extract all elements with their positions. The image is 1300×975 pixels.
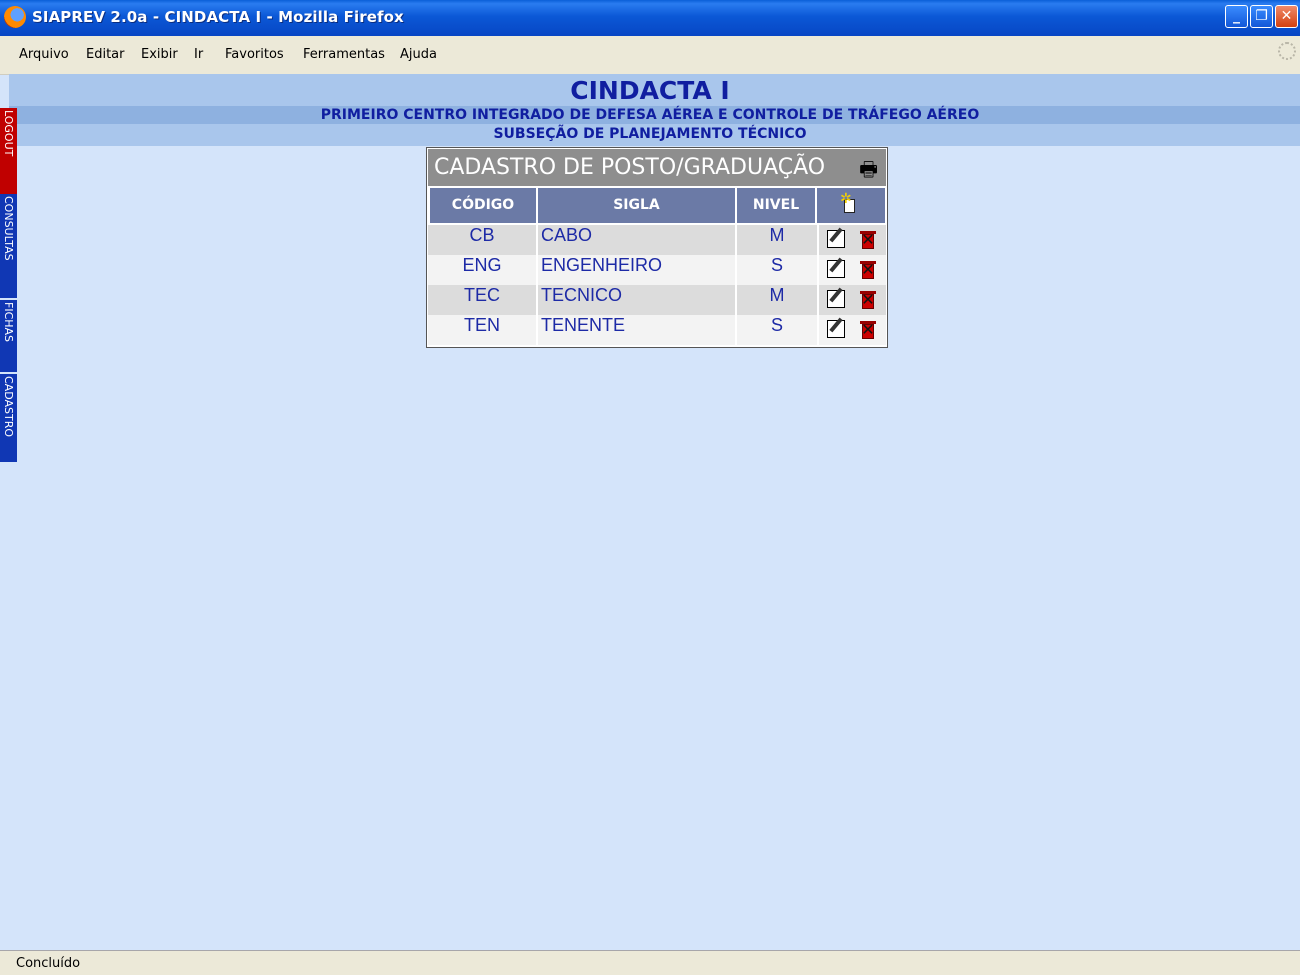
printer-icon[interactable]: 🖶	[859, 155, 878, 189]
delete-icon[interactable]: ✕	[859, 289, 877, 311]
status-text: Concluído	[16, 956, 81, 971]
edit-icon[interactable]	[827, 290, 845, 308]
menu-ajuda[interactable]: Ajuda	[400, 47, 437, 62]
posto-graduacao-panel: CADASTRO DE POSTO/GRADUAÇÃO 🖶 CÓDIGO SIG…	[426, 147, 888, 348]
column-header-codigo: CÓDIGO	[430, 188, 536, 223]
cell-nivel: M	[769, 225, 785, 245]
tab-logout-label: LOGOUT	[2, 110, 15, 157]
menu-favoritos[interactable]: Favoritos	[225, 47, 284, 62]
menu-bar: Arquivo Editar Exibir Ir Favoritos Ferra…	[0, 36, 1300, 75]
tab-cadastro[interactable]: CADASTRO	[0, 374, 17, 462]
cell-codigo: TEN	[464, 315, 500, 335]
delete-icon[interactable]: ✕	[859, 229, 877, 251]
menu-ir[interactable]: Ir	[194, 47, 203, 62]
delete-icon[interactable]: ✕	[859, 259, 877, 281]
cell-sigla: TECNICO	[541, 285, 622, 305]
cell-nivel: S	[770, 255, 783, 275]
menu-arquivo[interactable]: Arquivo	[19, 47, 69, 62]
menu-ferramentas[interactable]: Ferramentas	[303, 47, 385, 62]
cell-codigo: CB	[469, 225, 495, 245]
delete-icon[interactable]: ✕	[859, 319, 877, 341]
tab-fichas-label: FICHAS	[2, 302, 15, 343]
table-row: TEC TECNICO M ✕	[428, 285, 886, 315]
menu-editar[interactable]: Editar	[86, 47, 125, 62]
restore-button[interactable]: ❐	[1250, 5, 1273, 28]
page-section: SUBSEÇÃO DE PLANEJAMENTO TÉCNICO	[493, 126, 807, 142]
page-subtitle: PRIMEIRO CENTRO INTEGRADO DE DEFESA AÉRE…	[320, 107, 980, 123]
cell-sigla: ENGENHEIRO	[541, 255, 663, 275]
cell-nivel: M	[769, 285, 785, 305]
panel-title-bar: CADASTRO DE POSTO/GRADUAÇÃO 🖶	[428, 149, 886, 186]
window-title-bar: SIAPREV 2.0a - CINDACTA I - Mozilla Fire…	[0, 0, 1300, 36]
menu-exibir[interactable]: Exibir	[141, 47, 178, 62]
new-document-icon[interactable]: ✲	[840, 191, 858, 217]
activity-throbber-icon	[1278, 42, 1296, 60]
table-row: ENG ENGENHEIRO S ✕	[428, 255, 886, 285]
firefox-icon	[4, 6, 26, 28]
edit-icon[interactable]	[827, 320, 845, 338]
window-title: SIAPREV 2.0a - CINDACTA I - Mozilla Fire…	[32, 8, 404, 26]
panel-title: CADASTRO DE POSTO/GRADUAÇÃO	[434, 155, 826, 180]
tab-consultas-label: CONSULTAS	[2, 196, 15, 261]
cell-codigo: TEC	[464, 285, 500, 305]
tab-consultas[interactable]: CONSULTAS	[0, 194, 17, 298]
column-header-sigla: SIGLA	[538, 188, 735, 223]
cell-nivel: S	[770, 315, 783, 335]
status-bar: Concluído	[0, 950, 1300, 975]
page-title: CINDACTA I	[570, 76, 730, 105]
tab-cadastro-label: CADASTRO	[2, 376, 15, 438]
tab-fichas[interactable]: FICHAS	[0, 300, 17, 372]
cell-sigla: TENENTE	[541, 315, 626, 335]
edit-icon[interactable]	[827, 230, 845, 248]
table-row: TEN TENENTE S ✕	[428, 315, 886, 345]
column-header-nivel: NIVEL	[737, 188, 815, 223]
table-row: CB CABO M ✕	[428, 225, 886, 255]
close-button[interactable]: ✕	[1275, 5, 1298, 28]
tab-logout[interactable]: LOGOUT	[0, 108, 17, 194]
edit-icon[interactable]	[827, 260, 845, 278]
cell-codigo: ENG	[462, 255, 502, 275]
minimize-button[interactable]: _	[1225, 5, 1248, 28]
cell-sigla: CABO	[541, 225, 593, 245]
